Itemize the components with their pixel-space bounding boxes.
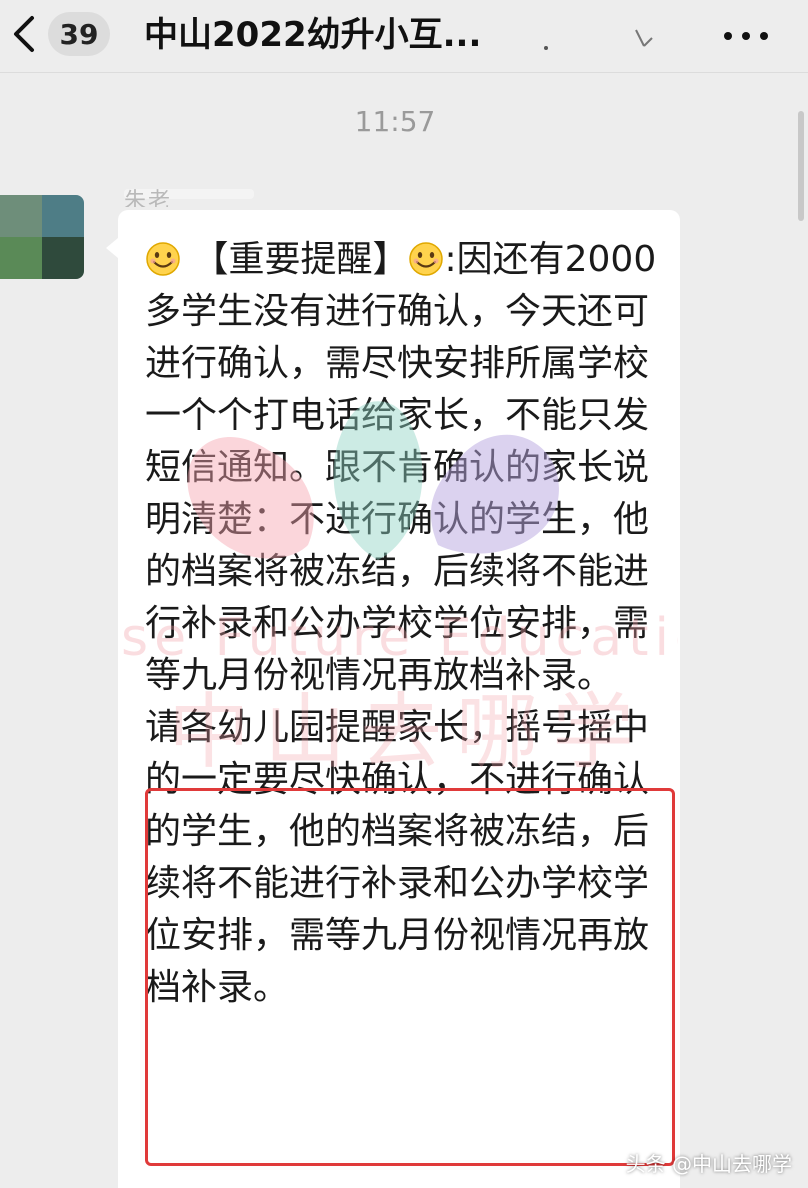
back-button[interactable]: 39 — [10, 12, 110, 56]
obscured-title-marks — [544, 29, 653, 50]
message-paragraph-1: 因还有2000多学生没有进行确认，今天还可进行确认，需尽快安排所属学校一个个打电… — [145, 239, 657, 696]
more-dot-icon — [724, 32, 732, 40]
sender-avatar[interactable] — [0, 195, 84, 279]
unread-count-badge: 39 — [48, 12, 110, 56]
avatar-pixel — [0, 237, 42, 279]
message-paragraph-2: 请各幼儿园提醒家长，摇号摇中的一定要尽快确认，不进行确认的学生，他的档案将被冻结… — [145, 707, 650, 1008]
message-colon: : — [444, 239, 457, 280]
wechat-chat-screen: 39 中山2022幼升小互... 11:57 朱老 【重要提醒】:因还有200… — [0, 0, 808, 1188]
avatar-pixel — [42, 195, 84, 237]
message-timestamp: 11:57 — [354, 105, 436, 138]
smile-emoji-icon — [408, 239, 444, 280]
more-dot-icon — [760, 32, 768, 40]
scrollbar[interactable] — [798, 111, 804, 221]
avatar-pixel — [0, 195, 42, 237]
source-watermark: 头条 @中山去哪学 — [625, 1152, 792, 1176]
more-options-button[interactable] — [724, 22, 768, 50]
message-bubble[interactable]: 【重要提醒】 :因还有2000多学生没有进行确认，今天还可进行确认，需尽快安排所… — [106, 210, 680, 1188]
message-text: 【重要提醒】 :因还有2000多学生没有进行确认，今天还可进行确认，需尽快安排所… — [145, 234, 657, 1014]
sender-name: 朱老 — [124, 189, 173, 207]
chat-title[interactable]: 中山2022幼升小互... — [144, 10, 604, 60]
avatar-pixel — [42, 237, 84, 279]
chevron-left-icon — [10, 14, 38, 54]
smile-emoji-icon — [145, 239, 192, 280]
chat-area[interactable]: 11:57 朱老 【重要提醒】:因还有2000多学生没有进行确认，今天还可进行… — [0, 73, 808, 1188]
message-tag: 【重要提醒】 — [192, 239, 409, 280]
navigation-bar: 39 中山2022幼升小互... — [0, 0, 808, 73]
bubble-tail — [106, 238, 118, 258]
more-dot-icon — [742, 32, 750, 40]
